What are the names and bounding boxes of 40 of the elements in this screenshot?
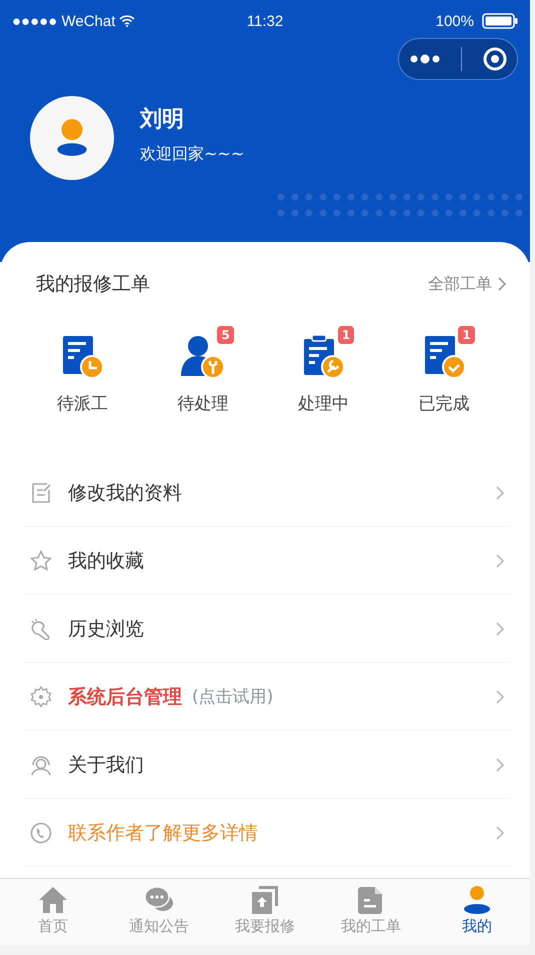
count-badge: 5	[217, 326, 234, 344]
count-badge: 1	[458, 326, 475, 344]
chevron-icon	[496, 554, 504, 568]
menu-item[interactable]: 系统后台管理 (点击试用)	[24, 663, 510, 731]
home-icon	[38, 885, 68, 915]
chevron-icon	[496, 622, 504, 636]
upload-document-icon	[250, 885, 280, 915]
wifi-icon	[119, 15, 136, 27]
headset-person-icon	[30, 754, 52, 776]
order-status-button[interactable]: 1 处理中	[268, 322, 378, 415]
phone-icon	[30, 822, 52, 844]
menu-item[interactable]: 修改我的资料	[24, 459, 510, 527]
chevron-icon	[498, 277, 506, 291]
menu-item[interactable]: 历史浏览	[24, 595, 510, 663]
menu-item[interactable]: 关于我们	[24, 731, 510, 799]
chevron-icon	[496, 690, 504, 704]
carrier-label: ●●●●● WeChat	[12, 12, 116, 30]
settings-icon	[30, 686, 52, 708]
star-icon	[30, 550, 52, 572]
more-icon[interactable]	[409, 53, 442, 65]
battery-icon	[482, 13, 518, 29]
greeting-text: 欢迎回家~~~	[140, 144, 244, 164]
count-badge: 1	[338, 326, 354, 344]
section-title: 我的报修工单	[36, 272, 150, 297]
tab[interactable]: 我的	[427, 879, 527, 945]
user-icon	[462, 885, 492, 915]
hint-text: (点击试用)	[192, 686, 274, 708]
order-status-button[interactable]: 待派工	[27, 322, 138, 415]
order-status-button[interactable]: 1 已完成	[388, 322, 499, 415]
chevron-icon	[496, 758, 504, 772]
close-icon[interactable]	[482, 47, 507, 71]
battery-label: 100%	[436, 12, 474, 30]
chevron-icon	[496, 486, 504, 500]
edit-icon	[30, 482, 52, 504]
menu-item[interactable]: 我的收藏	[24, 527, 510, 595]
chevron-icon	[496, 826, 504, 840]
order-status-button[interactable]: 5 待处理	[148, 322, 258, 415]
all-orders-link[interactable]: 全部工单	[428, 274, 506, 294]
user-name: 刘明	[140, 106, 185, 134]
status-time: 11:32	[246, 12, 284, 30]
